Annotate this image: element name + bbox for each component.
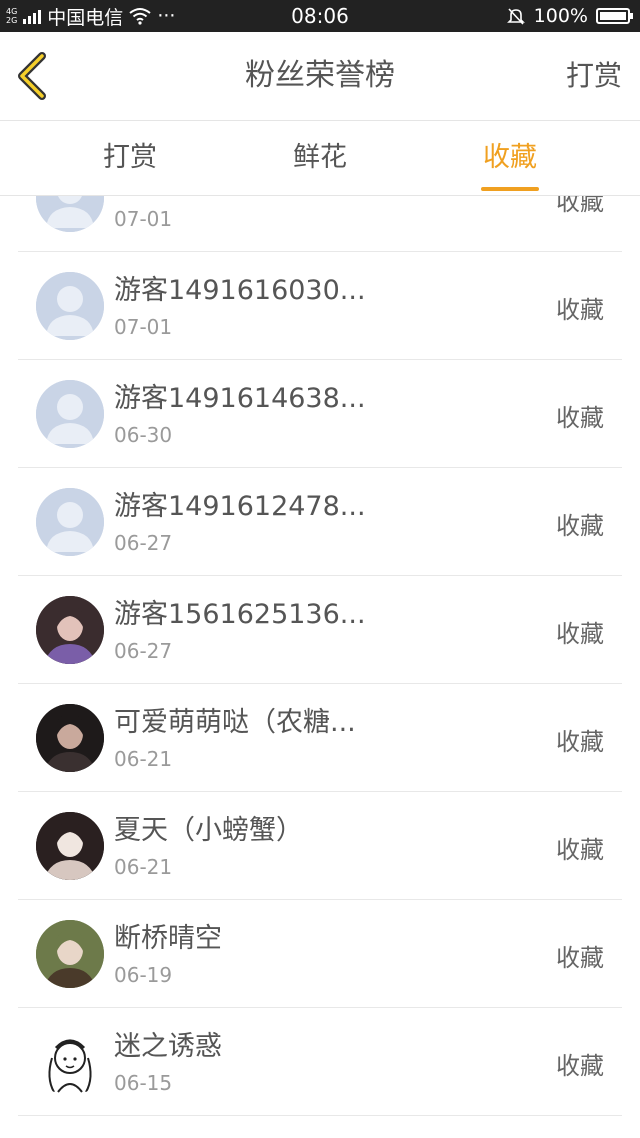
fan-date: 06-21 xyxy=(114,855,173,879)
support-type-label: 收藏 xyxy=(556,196,604,216)
tab-flowers[interactable]: 鲜花 xyxy=(260,121,380,195)
battery-icon xyxy=(596,8,633,24)
support-type-label: 收藏 xyxy=(556,404,604,432)
fan-name: 迷之诱惑 xyxy=(114,1031,222,1062)
fan-list[interactable]: 游客1491614107... 07-01 收藏 游客1491616030... 07… xyxy=(0,196,640,1138)
mute-bell-icon xyxy=(506,8,525,25)
avatar[interactable] xyxy=(36,812,104,880)
fan-date: 07-01 xyxy=(114,207,173,231)
support-type-label: 收藏 xyxy=(556,512,604,540)
avatar[interactable] xyxy=(36,704,104,772)
list-item[interactable]: 游客1491616030... 07-01 收藏 xyxy=(18,252,622,360)
avatar[interactable] xyxy=(36,196,104,232)
support-type-label: 收藏 xyxy=(556,1052,604,1080)
tab-favorites-label: 收藏 xyxy=(483,142,537,173)
fan-name: 游客1491614638... xyxy=(114,383,366,414)
tab-flowers-label: 鲜花 xyxy=(293,142,347,173)
avatar[interactable] xyxy=(36,1028,104,1096)
avatar[interactable] xyxy=(36,488,104,556)
fan-name: 断桥晴空 xyxy=(114,923,222,954)
fan-date: 07-01 xyxy=(114,315,173,339)
support-type-label: 收藏 xyxy=(556,620,604,648)
active-tab-indicator xyxy=(481,187,539,191)
fan-name: 游客1561625136... xyxy=(114,599,366,630)
tab-reward[interactable]: 打赏 xyxy=(70,121,190,195)
header-reward-button[interactable]: 打赏 xyxy=(566,32,622,120)
fan-list-inner: 游客1491614107... 07-01 收藏 游客1491616030... 07… xyxy=(0,196,640,1116)
avatar[interactable] xyxy=(36,272,104,340)
list-item[interactable]: 迷之诱惑 06-15 收藏 xyxy=(18,1008,622,1116)
fan-date: 06-21 xyxy=(114,747,173,771)
list-item[interactable]: 游客1561625136... 06-27 收藏 xyxy=(18,576,622,684)
list-item[interactable]: 夏天（小螃蟹） 06-21 收藏 xyxy=(18,792,622,900)
support-type-label: 收藏 xyxy=(556,836,604,864)
fan-name: 游客1491616030... xyxy=(114,275,366,306)
battery-percent: 100% xyxy=(533,5,588,27)
fan-date: 06-15 xyxy=(114,1071,173,1095)
fan-name: 游客1491614107... xyxy=(114,196,366,199)
status-bar: 4G 2G 中国电信 ··· 08:06 100% xyxy=(0,0,640,32)
avatar[interactable] xyxy=(36,596,104,664)
support-type-label: 收藏 xyxy=(556,728,604,756)
fan-name: 夏天（小螃蟹） xyxy=(114,815,303,846)
tab-reward-label: 打赏 xyxy=(103,142,157,173)
fan-date: 06-19 xyxy=(114,963,173,987)
header-bar: 粉丝荣誉榜 打赏 xyxy=(0,32,640,121)
fan-name: 游客1491612478... xyxy=(114,491,366,522)
list-item[interactable]: 游客1491614638... 06-30 收藏 xyxy=(18,360,622,468)
fan-name: 可爱萌萌哒（农糖... xyxy=(114,707,356,738)
list-item[interactable]: 游客1491614107... 07-01 收藏 xyxy=(18,196,622,252)
status-right: 100% xyxy=(506,0,633,32)
avatar[interactable] xyxy=(36,380,104,448)
tab-favorites[interactable]: 收藏 xyxy=(450,121,570,195)
list-item[interactable]: 可爱萌萌哒（农糖... 06-21 收藏 xyxy=(18,684,622,792)
fan-date: 06-27 xyxy=(114,531,173,555)
fan-date: 06-27 xyxy=(114,639,173,663)
list-item[interactable]: 游客1491612478... 06-27 收藏 xyxy=(18,468,622,576)
support-type-label: 收藏 xyxy=(556,944,604,972)
list-item[interactable]: 断桥晴空 06-19 收藏 xyxy=(18,900,622,1008)
tab-bar: 打赏 鲜花 收藏 xyxy=(0,121,640,196)
fan-date: 06-30 xyxy=(114,423,173,447)
page-title: 粉丝荣誉榜 xyxy=(245,58,395,93)
support-type-label: 收藏 xyxy=(556,296,604,324)
avatar[interactable] xyxy=(36,920,104,988)
